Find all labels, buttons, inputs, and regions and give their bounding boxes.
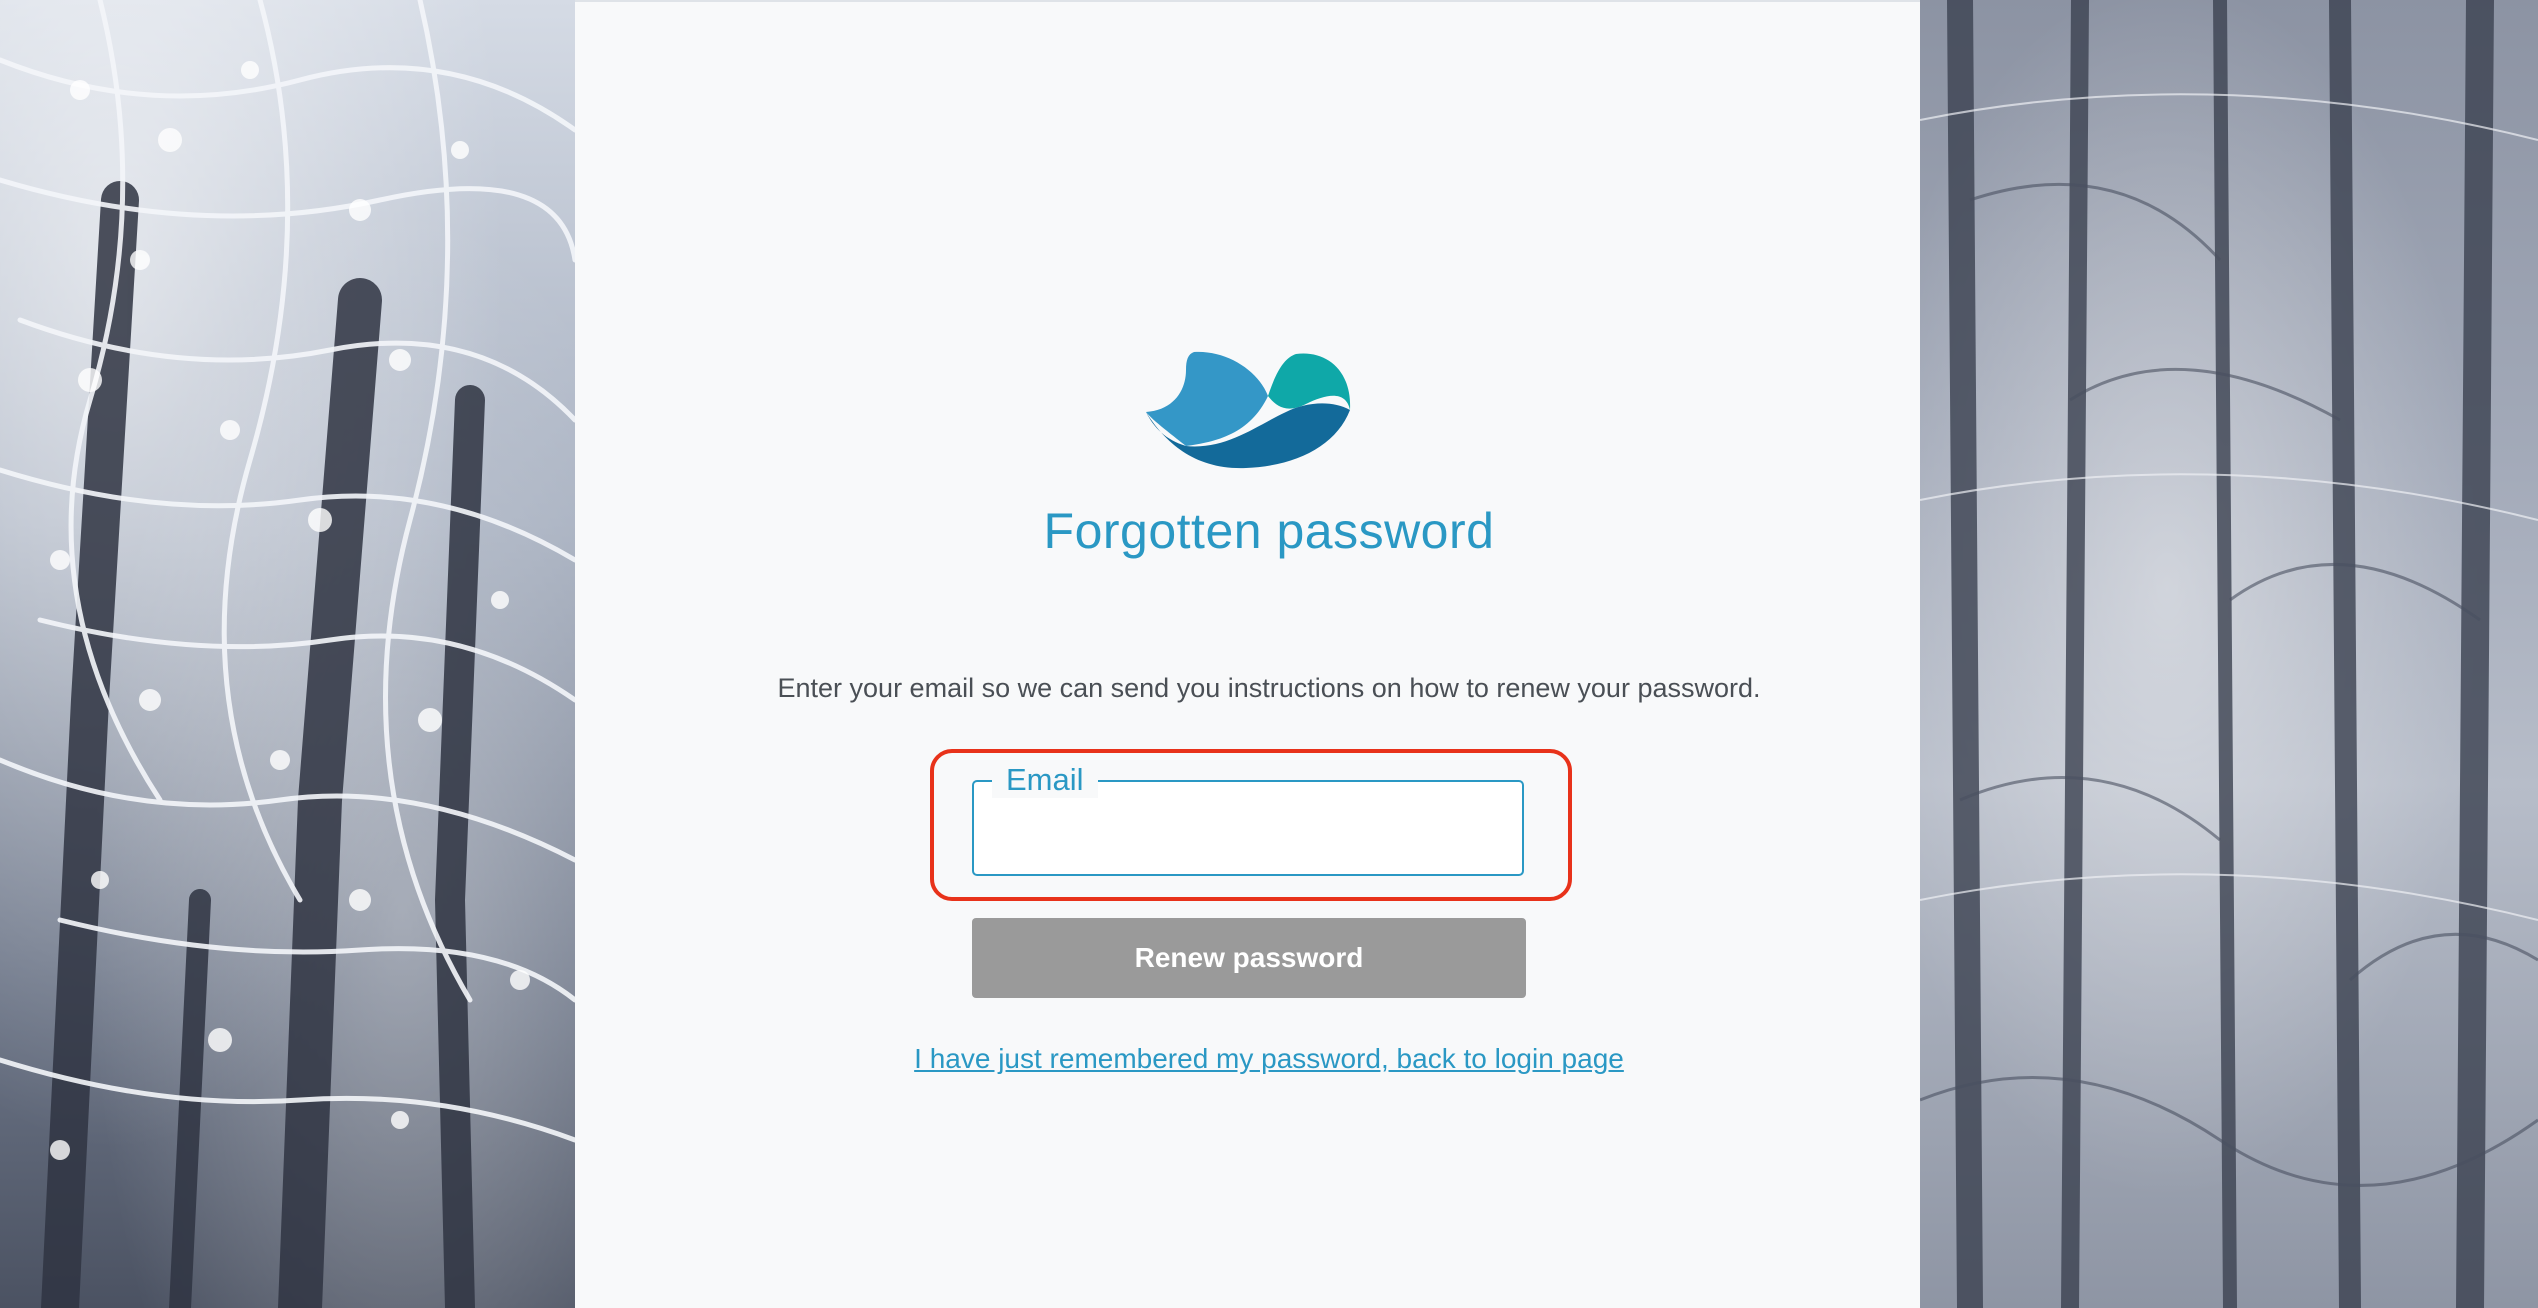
left-background-photo: [0, 0, 575, 1308]
frosted-branches-illustration: [0, 0, 575, 1308]
manta-ray-logo-icon: [1146, 351, 1351, 469]
back-to-login-link[interactable]: I have just remembered my password, back…: [914, 1043, 1624, 1074]
page-title: Forgotten password: [1043, 503, 1495, 559]
right-background-photo: [1920, 0, 2538, 1308]
email-label: Email: [992, 762, 1098, 798]
email-input[interactable]: [994, 808, 1502, 858]
email-field[interactable]: Email: [972, 762, 1524, 876]
back-to-login-container: I have just remembered my password, back…: [0, 1043, 2538, 1075]
foggy-forest-illustration: [1920, 0, 2538, 1308]
center-panel: [575, 0, 1920, 1308]
instructions-text: Enter your email so we can send you inst…: [777, 673, 1761, 703]
renew-password-button[interactable]: Renew password: [972, 918, 1526, 998]
forgotten-password-page: Forgotten password Enter your email so w…: [0, 0, 2538, 1308]
